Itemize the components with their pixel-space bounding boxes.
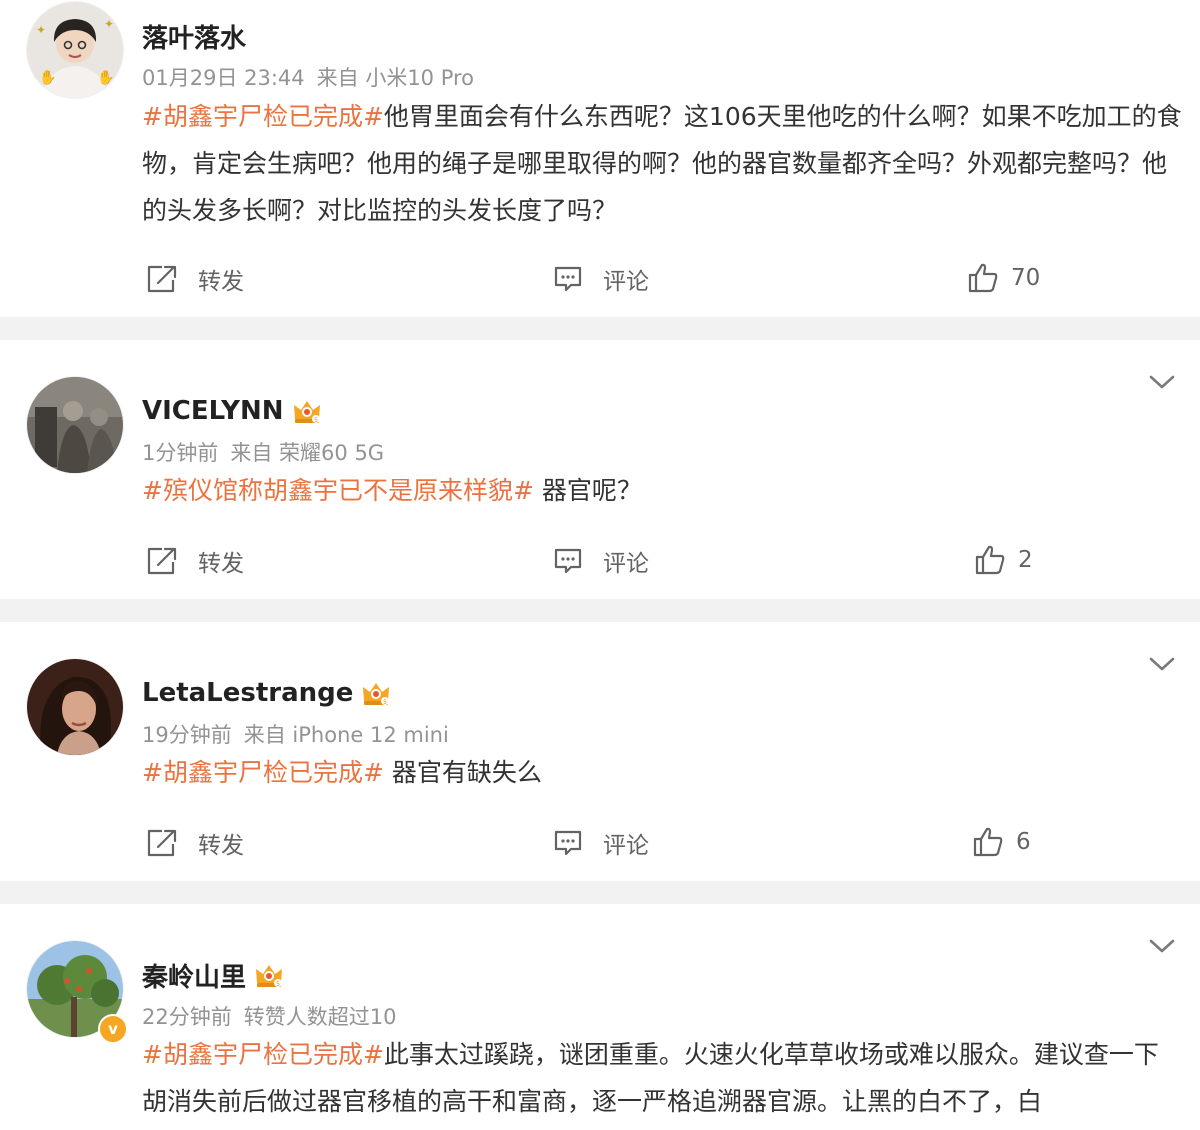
repost-button[interactable]: 转发 [146, 262, 244, 296]
comment-bubble-icon [554, 548, 582, 574]
svg-text:✋: ✋ [97, 69, 114, 86]
repost-label: 转发 [198, 833, 244, 859]
comment-bubble-icon [554, 266, 582, 292]
svg-text:✋: ✋ [39, 69, 56, 86]
user-header: 秦岭山里 5 [142, 957, 284, 993]
comment-bubble-icon [554, 830, 582, 856]
like-button[interactable]: 70 [967, 262, 1040, 294]
post-time[interactable]: 1分钟前 [142, 441, 218, 465]
crown-badge-icon[interactable]: 5 [254, 961, 284, 989]
repost-label: 转发 [198, 551, 244, 577]
chevron-down-icon[interactable] [1148, 655, 1176, 673]
post-time[interactable]: 01月29日 23:44 [142, 66, 305, 90]
post-meta: 22分钟前 转赞人数超过10 [142, 1001, 396, 1031]
post-source: 来自 iPhone 12 mini [243, 723, 449, 747]
crown-badge-icon[interactable]: 5 [292, 397, 322, 425]
chevron-down-icon[interactable] [1148, 937, 1176, 955]
like-count: 6 [1016, 829, 1031, 855]
share-square-icon [147, 265, 177, 293]
svg-text:5: 5 [276, 981, 280, 988]
username[interactable]: 落叶落水 [142, 18, 246, 55]
user-header: 落叶落水 [142, 18, 246, 54]
post-text: #殡仪馆称胡鑫宇已不是原来样貌# 器官呢？ [142, 467, 1182, 514]
post-meta: 19分钟前 来自 iPhone 12 mini [142, 719, 449, 749]
repost-label: 转发 [198, 269, 244, 295]
svg-text:5: 5 [383, 699, 387, 706]
hashtag-link[interactable]: #胡鑫宇尸检已完成# [142, 102, 384, 131]
comment-label: 评论 [603, 269, 649, 295]
user-header: VICELYNN 5 [142, 393, 322, 429]
avatar[interactable]: ✦ ✦ ✋ ✋ [27, 2, 123, 98]
crown-badge-icon[interactable]: 5 [361, 679, 391, 707]
post-source: 转赞人数超过10 [243, 1005, 397, 1029]
thumbs-up-icon [973, 827, 1003, 857]
like-button[interactable]: 2 [974, 544, 1033, 576]
svg-text:5: 5 [314, 417, 318, 424]
avatar[interactable] [27, 377, 123, 473]
svg-text:✦: ✦ [104, 17, 114, 31]
post-text: #胡鑫宇尸检已完成#他胃里面会有什么东西呢？这106天里他吃的什么啊？如果不吃加… [142, 93, 1182, 234]
thumbs-up-icon [968, 263, 998, 293]
username[interactable]: LetaLestrange [142, 678, 353, 708]
chevron-down-icon[interactable] [1148, 373, 1176, 391]
post-card: VICELYNN 5 1分钟前 来自 荣耀60 5G #殡仪馆称胡鑫宇已不是原来样… [0, 340, 1200, 599]
thumbs-up-icon [975, 545, 1005, 575]
avatar[interactable] [27, 659, 123, 755]
post-body: 器官有缺失么 [383, 758, 542, 787]
username[interactable]: VICELYNN [142, 396, 284, 426]
post-card: LetaLestrange 5 19分钟前 来自 iPhone 12 mini #… [0, 622, 1200, 881]
post-text: #胡鑫宇尸检已完成# 器官有缺失么 [142, 749, 1182, 796]
post-card: v 秦岭山里 5 22分钟前 转赞人数超过10 #胡鑫宇尸检已完成#此事太过蹊跷，… [0, 904, 1200, 1130]
post-text: #胡鑫宇尸检已完成#此事太过蹊跷，谜团重重。火速火化草草收场或难以服众。建议查一… [142, 1031, 1182, 1125]
hashtag-link[interactable]: #殡仪馆称胡鑫宇已不是原来样貌# [142, 476, 534, 505]
verified-badge: v [98, 1014, 128, 1044]
username[interactable]: 秦岭山里 [142, 957, 246, 994]
repost-button[interactable]: 转发 [146, 826, 244, 860]
post-source: 来自 小米10 Pro [316, 66, 475, 90]
hashtag-link[interactable]: #胡鑫宇尸检已完成# [142, 758, 384, 787]
comment-button[interactable]: 评论 [553, 544, 649, 578]
comment-label: 评论 [603, 551, 649, 577]
post-time[interactable]: 19分钟前 [142, 723, 232, 747]
user-header: LetaLestrange 5 [142, 675, 391, 711]
post-card: ✦ ✦ ✋ ✋ 落叶落水 01月29日 23:44 来自 小米10 Pro #胡鑫… [0, 0, 1200, 317]
like-count: 2 [1018, 547, 1033, 573]
share-square-icon [147, 829, 177, 857]
svg-text:✦: ✦ [36, 23, 46, 37]
post-time[interactable]: 22分钟前 [142, 1005, 232, 1029]
like-button[interactable]: 6 [972, 826, 1031, 858]
post-meta: 1分钟前 来自 荣耀60 5G [142, 437, 384, 467]
post-meta: 01月29日 23:44 来自 小米10 Pro [142, 62, 474, 92]
like-count: 70 [1011, 265, 1041, 291]
comment-label: 评论 [603, 833, 649, 859]
share-square-icon [147, 547, 177, 575]
comment-button[interactable]: 评论 [553, 262, 649, 296]
hashtag-link[interactable]: #胡鑫宇尸检已完成# [142, 1040, 384, 1069]
post-body: 器官呢？ [533, 476, 642, 505]
post-source: 来自 荣耀60 5G [230, 441, 385, 465]
repost-button[interactable]: 转发 [146, 544, 244, 578]
comment-button[interactable]: 评论 [553, 826, 649, 860]
